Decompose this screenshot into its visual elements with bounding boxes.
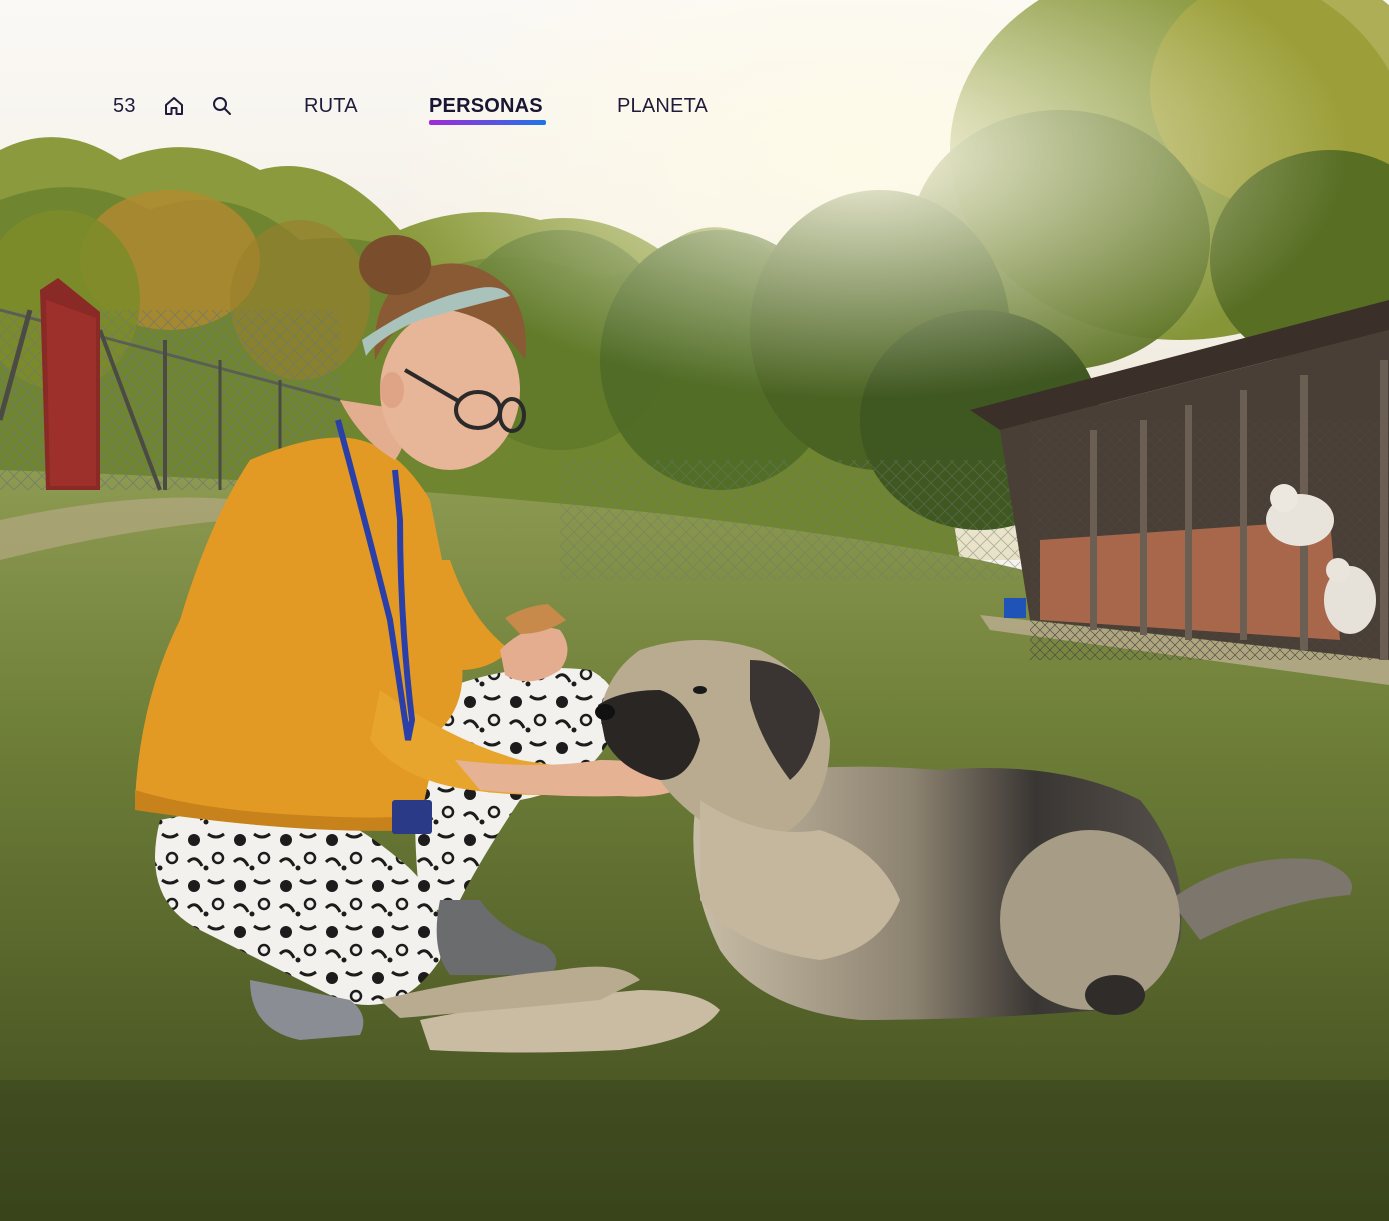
top-navigation: 53 RUTA PERSONAS PLANETA xyxy=(0,0,1389,150)
home-icon xyxy=(165,97,183,115)
tab-planeta[interactable]: PLANETA xyxy=(617,92,708,120)
home-button[interactable] xyxy=(162,92,186,120)
search-button[interactable] xyxy=(210,92,234,120)
tab-personas[interactable]: PERSONAS xyxy=(429,92,543,120)
tab-ruta[interactable]: RUTA xyxy=(304,92,358,120)
hero-photo-woman-feeding-dog xyxy=(0,0,1389,1221)
search-icon xyxy=(213,97,231,115)
page-number: 53 xyxy=(113,94,136,117)
active-tab-underline xyxy=(429,120,546,125)
magazine-page: 53 RUTA PERSONAS PLANETA xyxy=(0,0,1389,1221)
